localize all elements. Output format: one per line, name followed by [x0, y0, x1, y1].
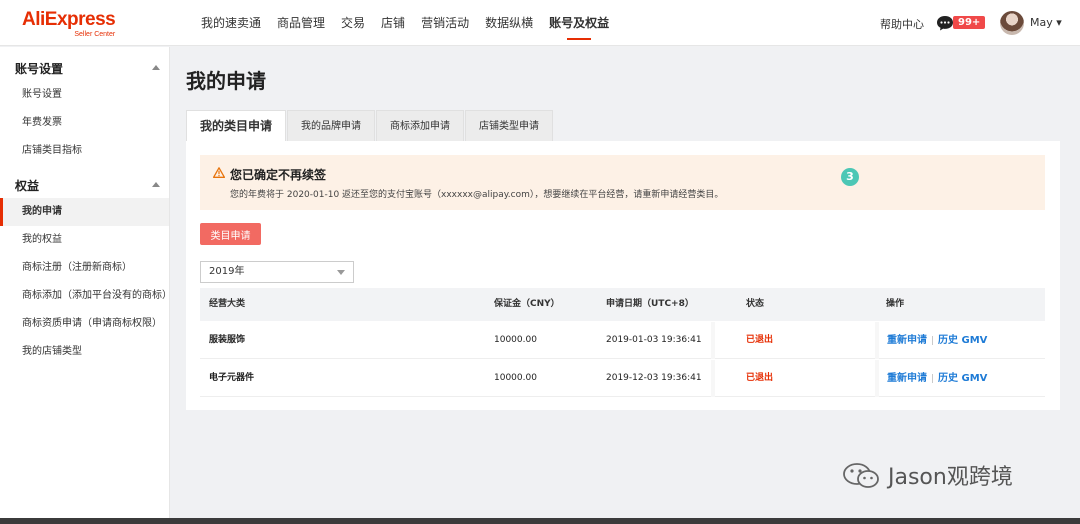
collapse-arrow-icon[interactable] — [152, 182, 160, 187]
table-row: 电子元器件 10000.00 2019-12-03 19:36:41 已退出 重… — [200, 360, 1045, 397]
column-divider — [875, 360, 879, 397]
column-divider — [711, 322, 715, 359]
column-divider — [875, 322, 879, 359]
content-panel: 您已确定不再续签 您的年费将于 2020-01-10 返还至您的支付宝账号（xx… — [186, 141, 1060, 410]
watermark-text: Jason观跨境 — [888, 465, 1013, 490]
cell-apply-date: 2019-12-03 19:36:41 — [606, 373, 702, 383]
action-separator: | — [931, 336, 935, 346]
table-row: 服装服饰 10000.00 2019-01-03 19:36:41 已退出 重新… — [200, 322, 1045, 359]
help-center-link[interactable]: 帮助中心 — [880, 16, 924, 32]
sidebar-item-my-benefits[interactable]: 我的权益 — [0, 226, 169, 254]
nav-item-my-aliexpress[interactable]: 我的速卖通 — [201, 0, 261, 46]
nav-item-store[interactable]: 店铺 — [381, 0, 405, 46]
logo-brand-text: AliExpress — [22, 9, 116, 30]
sidebar: 账号设置 账号设置 年费发票 店铺类目指标 权益 我的申请 我的权益 商标注册（… — [0, 47, 172, 524]
reapply-link[interactable]: 重新申请 — [887, 373, 927, 384]
column-header-deposit: 保证金（CNY） — [494, 299, 560, 309]
collapse-arrow-icon[interactable] — [152, 65, 160, 70]
logo-subtitle: Seller Center — [74, 31, 116, 38]
nav-item-data[interactable]: 数据纵横 — [485, 0, 533, 46]
cell-category: 服装服饰 — [209, 335, 246, 345]
cell-deposit: 10000.00 — [494, 335, 537, 345]
nav-item-products[interactable]: 商品管理 — [277, 0, 325, 46]
cell-deposit: 10000.00 — [494, 373, 537, 383]
year-select[interactable]: 2019年 — [200, 261, 354, 283]
sidebar-item-trademark-add[interactable]: 商标添加（添加平台没有的商标） — [0, 282, 172, 310]
column-header-status: 状态 — [746, 299, 765, 309]
main-nav: 我的速卖通 商品管理 交易 店铺 营销活动 数据纵横 账号及权益 — [201, 0, 625, 46]
cell-category: 电子元器件 — [209, 373, 255, 383]
top-navigation-bar: AliExpress Seller Center 我的速卖通 商品管理 交易 店… — [0, 0, 1080, 46]
tab-store-type-application[interactable]: 店铺类型申请 — [465, 110, 554, 141]
cell-actions: 重新申请 | 历史 GMV — [887, 322, 987, 359]
nav-item-orders[interactable]: 交易 — [341, 0, 365, 46]
sidebar-group-account-settings[interactable]: 账号设置 — [15, 60, 63, 77]
sidebar-group-benefits[interactable]: 权益 — [15, 177, 39, 194]
warning-icon — [213, 167, 225, 178]
tab-category-application[interactable]: 我的类目申请 — [186, 110, 287, 141]
message-icon[interactable] — [936, 15, 954, 31]
notice-title: 您已确定不再续签 — [230, 168, 327, 182]
history-gmv-link[interactable]: 历史 GMV — [938, 335, 987, 346]
aliexpress-logo[interactable]: AliExpress Seller Center — [22, 9, 116, 38]
sidebar-item-annual-fee-invoice[interactable]: 年费发票 — [0, 109, 169, 137]
cell-status: 已退出 — [746, 373, 774, 383]
reapply-link[interactable]: 重新申请 — [887, 335, 927, 346]
nav-item-account[interactable]: 账号及权益 — [549, 0, 609, 46]
category-apply-button[interactable]: 类目申请 — [200, 223, 261, 245]
sidebar-item-trademark-registration[interactable]: 商标注册（注册新商标） — [0, 254, 169, 282]
window-bottom-edge — [0, 518, 1080, 524]
sidebar-item-my-applications[interactable]: 我的申请 — [0, 198, 169, 226]
user-avatar[interactable] — [1000, 11, 1024, 35]
action-separator: | — [931, 374, 935, 384]
tab-trademark-add-application[interactable]: 商标添加申请 — [376, 110, 465, 141]
cell-apply-date: 2019-01-03 19:36:41 — [606, 335, 702, 345]
history-gmv-link[interactable]: 历史 GMV — [938, 373, 987, 384]
page-title: 我的申请 — [186, 69, 266, 93]
sidebar-item-store-category-metrics[interactable]: 店铺类目指标 — [0, 137, 169, 165]
step-marker-badge: 3 — [841, 168, 859, 186]
column-divider — [711, 360, 715, 397]
sidebar-item-account-settings[interactable]: 账号设置 — [0, 81, 169, 109]
notice-text: 您的年费将于 2020-01-10 返还至您的支付宝账号（xxxxxx@alip… — [230, 190, 724, 200]
tab-brand-application[interactable]: 我的品牌申请 — [287, 110, 376, 141]
sidebar-item-my-store-type[interactable]: 我的店铺类型 — [0, 338, 169, 366]
wechat-icon — [843, 463, 879, 488]
sidebar-item-trademark-qualification[interactable]: 商标资质申请（申请商标权限） — [0, 310, 169, 338]
column-header-actions: 操作 — [886, 299, 905, 309]
user-menu[interactable]: May ▾ — [1030, 16, 1062, 29]
cell-status: 已退出 — [746, 335, 774, 345]
notice-banner: 您已确定不再续签 您的年费将于 2020-01-10 返还至您的支付宝账号（xx… — [200, 155, 1045, 210]
cell-actions: 重新申请 | 历史 GMV — [887, 360, 987, 397]
chevron-down-icon — [337, 270, 345, 275]
message-count-badge: 99+ — [953, 16, 986, 29]
year-select-value: 2019年 — [209, 266, 245, 277]
table-header: 经营大类 保证金（CNY） 申请日期（UTC+8） 状态 操作 — [200, 288, 1045, 321]
column-header-category: 经营大类 — [209, 299, 246, 309]
nav-item-marketing[interactable]: 营销活动 — [421, 0, 469, 46]
application-tabs: 我的类目申请 我的品牌申请 商标添加申请 店铺类型申请 — [186, 110, 554, 141]
column-header-apply-date: 申请日期（UTC+8） — [606, 299, 694, 309]
